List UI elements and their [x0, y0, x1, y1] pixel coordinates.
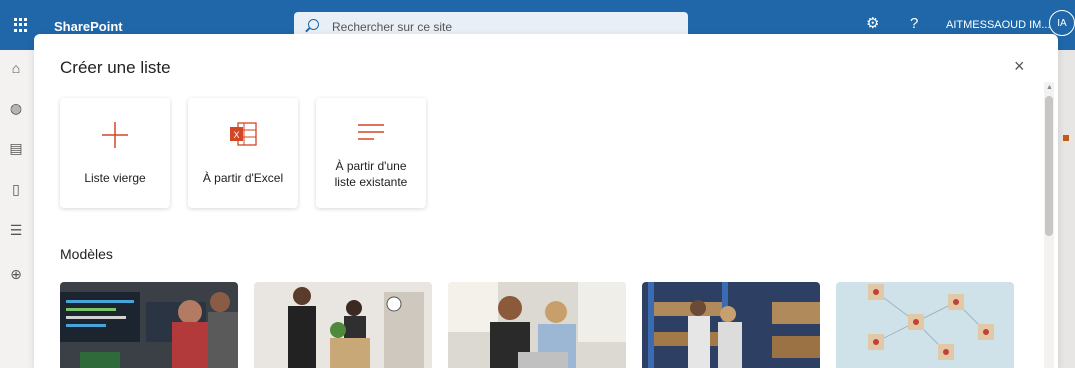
avatar[interactable]: IA [1049, 10, 1075, 36]
dialog-scrollbar[interactable]: ▲ [1044, 82, 1054, 368]
blank-list-card[interactable]: Liste vierge [60, 98, 170, 208]
template-network-photo[interactable] [836, 282, 1014, 368]
app-title[interactable]: SharePoint [54, 19, 123, 34]
template-tech-photo[interactable] [60, 282, 238, 368]
excel-icon: X [230, 122, 257, 146]
from-excel-card[interactable]: X À partir d'Excel [188, 98, 298, 208]
scrollbar-thumb[interactable] [1045, 96, 1053, 236]
home-icon[interactable]: ⌂ [8, 60, 24, 76]
search-icon [308, 19, 319, 30]
existing-list-icon [358, 124, 384, 140]
template-warehouse-photo[interactable] [642, 282, 820, 368]
close-icon[interactable]: × [1014, 56, 1025, 77]
create-list-dialog: Créer une liste × Liste vierge X À parti… [34, 34, 1058, 368]
user-name[interactable]: AITMESSAOUD IM... [946, 19, 1051, 31]
from-excel-label: À partir d'Excel [202, 171, 284, 185]
svg-text:X: X [233, 130, 239, 140]
from-existing-list-label: À partir d'une liste existante [334, 159, 408, 189]
dialog-title: Créer une liste [60, 58, 171, 77]
list-icon[interactable]: ☰ [8, 222, 24, 238]
news-icon[interactable]: ▤ [8, 140, 24, 156]
from-existing-list-card[interactable]: À partir d'une liste existante [316, 98, 426, 208]
app-launcher-icon[interactable] [14, 18, 28, 32]
plus-icon [102, 122, 128, 148]
left-rail: ⌂ ◍ ▤ ▯ ☰ ⊕ [0, 50, 34, 368]
file-icon[interactable]: ▯ [8, 181, 24, 197]
templates-heading: Modèles [60, 246, 113, 262]
help-icon[interactable]: ? [910, 15, 918, 32]
page-edge [1058, 50, 1075, 368]
scroll-up-icon[interactable]: ▲ [1046, 84, 1053, 91]
template-meeting-photo[interactable] [448, 282, 626, 368]
template-office-photo[interactable] [254, 282, 432, 368]
page-accent-mark [1063, 135, 1069, 141]
blank-list-label: Liste vierge [84, 171, 146, 185]
add-icon[interactable]: ⊕ [8, 266, 24, 282]
settings-gear-icon[interactable]: ⚙ [866, 14, 879, 32]
globe-icon[interactable]: ◍ [8, 100, 24, 116]
